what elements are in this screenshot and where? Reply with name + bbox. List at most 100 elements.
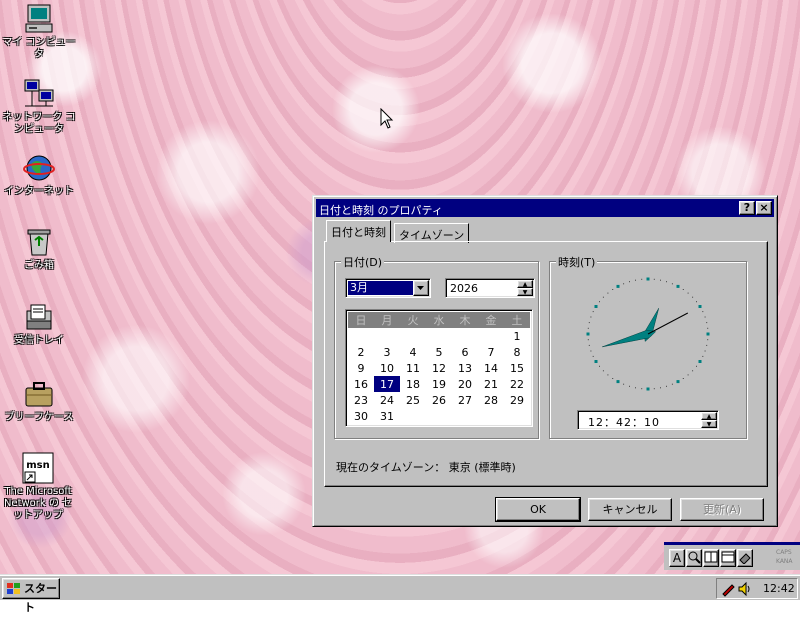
year-field[interactable]: 2026 ▲ ▼: [445, 278, 535, 298]
ime-dictionary-button[interactable]: [703, 549, 719, 567]
calendar-day[interactable]: 28: [478, 392, 504, 408]
clock-minute-mark: [588, 322, 590, 324]
calendar-grid[interactable]: 日月火水木金土 1 2 3 4 5 6 7 8 9 10 11 12 13 14 15 16 17 18 19 20 2…: [345, 309, 533, 427]
dropdown-arrow-button[interactable]: [413, 280, 429, 296]
clock-hour-mark: [594, 305, 598, 308]
my-computer-icon: [23, 3, 55, 35]
desktop-icon-internet[interactable]: インターネット: [2, 152, 76, 198]
calendar-day[interactable]: 29: [504, 392, 530, 408]
weekday-header: 土: [511, 314, 523, 327]
desktop-icon-briefcase[interactable]: ブリーフケース: [2, 378, 76, 424]
desktop-icon-label: 受信トレイ: [14, 335, 64, 346]
clock-minute-mark: [587, 339, 589, 341]
apply-button[interactable]: 更新(A): [680, 498, 764, 521]
calendar-day-selected[interactable]: 17: [374, 376, 400, 392]
ime-mode-button[interactable]: A: [669, 549, 685, 567]
ime-properties-button[interactable]: [737, 549, 753, 567]
start-button[interactable]: スタート: [2, 578, 60, 614]
calendar-day[interactable]: 24: [374, 392, 400, 408]
calendar-day[interactable]: 18: [400, 376, 426, 392]
date-time-properties-dialog: 日付と時刻 のプロパティ ? × 日付と時刻 タイムゾーン 日付(D) 3月 2…: [312, 195, 778, 527]
clock-hour-mark: [586, 332, 590, 336]
ok-button[interactable]: OK: [495, 497, 581, 522]
desktop-icon-network[interactable]: ネットワーク コンピュータ: [2, 78, 76, 136]
volume-speaker-icon[interactable]: [737, 581, 753, 597]
clock-minute-mark: [592, 311, 594, 313]
help-button[interactable]: ?: [739, 201, 755, 215]
pen-icon[interactable]: [720, 581, 736, 597]
calendar-day[interactable]: 21: [478, 376, 504, 392]
cancel-button[interactable]: キャンセル: [588, 498, 672, 521]
calendar-day[interactable]: 13: [452, 360, 478, 376]
clock-minute-mark: [671, 383, 673, 385]
taskbar-clock[interactable]: 12:42: [763, 582, 795, 595]
weekday-header: 木: [459, 314, 471, 327]
dialog-title-bar[interactable]: 日付と時刻 のプロパティ ? ×: [316, 199, 774, 217]
tab-date-time[interactable]: 日付と時刻: [326, 220, 391, 242]
ime-search-button[interactable]: [686, 549, 702, 567]
inbox-icon: [23, 301, 55, 333]
calendar-day[interactable]: 27: [452, 392, 478, 408]
year-down-button[interactable]: ▼: [517, 288, 533, 296]
calendar-day[interactable]: 10: [374, 360, 400, 376]
calendar-empty-cell: [452, 328, 478, 344]
calendar-day[interactable]: 12: [426, 360, 452, 376]
calendar-day[interactable]: 16: [348, 376, 374, 392]
clock-minute-mark: [641, 278, 643, 280]
desktop-icon-recycle-bin[interactable]: ごみ箱: [2, 226, 76, 272]
clock-minute-mark: [692, 296, 694, 298]
date-group: 日付(D) 3月 2026 ▲ ▼ 日月火水木金土 1 2 3 4 5 6 7 …: [334, 254, 539, 439]
calendar-day[interactable]: 4: [400, 344, 426, 360]
tab-timezone[interactable]: タイムゾーン: [394, 223, 470, 243]
calendar-day[interactable]: 23: [348, 392, 374, 408]
clock-minute-mark: [706, 322, 708, 324]
calendar-day[interactable]: 11: [400, 360, 426, 376]
calendar-day[interactable]: 6: [452, 344, 478, 360]
calendar-day[interactable]: 20: [452, 376, 478, 392]
close-button[interactable]: ×: [756, 201, 772, 215]
clock-hour-mark: [594, 360, 598, 363]
calendar-empty-cell: [426, 408, 452, 424]
year-spinner[interactable]: ▲ ▼: [517, 280, 533, 296]
month-dropdown[interactable]: 3月: [345, 278, 431, 298]
calendar-day[interactable]: 2: [348, 344, 374, 360]
clock-hour-mark: [676, 284, 680, 288]
calendar-day[interactable]: 7: [478, 344, 504, 360]
calendar-day[interactable]: 15: [504, 360, 530, 376]
tool-icon: [739, 553, 751, 565]
calendar-day[interactable]: 1: [504, 328, 530, 344]
desktop-icon-label: The Microsoft Network の セットアップ: [3, 486, 73, 521]
clock-minute-mark: [653, 388, 655, 390]
time-field[interactable]: 12：42：10 ▲ ▼: [577, 410, 719, 430]
calendar-day[interactable]: 25: [400, 392, 426, 408]
time-up-button[interactable]: ▲: [701, 412, 717, 420]
time-spinner[interactable]: ▲ ▼: [701, 412, 717, 428]
calendar-day[interactable]: 8: [504, 344, 530, 360]
clock-minute-mark: [629, 385, 630, 387]
calendar-day[interactable]: 14: [478, 360, 504, 376]
calendar-day[interactable]: 3: [374, 344, 400, 360]
calendar-empty-cell: [400, 328, 426, 344]
year-up-button[interactable]: ▲: [517, 280, 533, 288]
calendar-day[interactable]: 22: [504, 376, 530, 392]
calendar-week-row: 23 24 25 26 27 28 29: [348, 392, 530, 408]
clock-minute-mark: [666, 385, 667, 387]
clock-minute-mark: [587, 327, 589, 329]
calendar-day[interactable]: 26: [426, 392, 452, 408]
ime-pad-button[interactable]: [720, 549, 736, 567]
calendar-day[interactable]: 5: [426, 344, 452, 360]
clock-minute-mark: [707, 327, 709, 329]
desktop-icon-label: マイ コンピュータ: [2, 37, 76, 60]
clock-minute-mark: [612, 378, 614, 379]
calendar-day[interactable]: 31: [374, 408, 400, 424]
time-down-button[interactable]: ▼: [701, 420, 717, 428]
desktop-icon-my-computer[interactable]: マイ コンピュータ: [2, 3, 76, 61]
svg-text:msn: msn: [26, 460, 50, 471]
calendar-week-row: 16 17 18 19 20 21 22: [348, 376, 530, 392]
calendar-day[interactable]: 30: [348, 408, 374, 424]
desktop-icon-msn-setup[interactable]: msn The Microsoft Network の セットアップ: [0, 452, 76, 522]
desktop-icon-inbox[interactable]: 受信トレイ: [2, 301, 76, 347]
calendar-day[interactable]: 9: [348, 360, 374, 376]
clock-hour-mark: [616, 284, 620, 288]
calendar-day[interactable]: 19: [426, 376, 452, 392]
